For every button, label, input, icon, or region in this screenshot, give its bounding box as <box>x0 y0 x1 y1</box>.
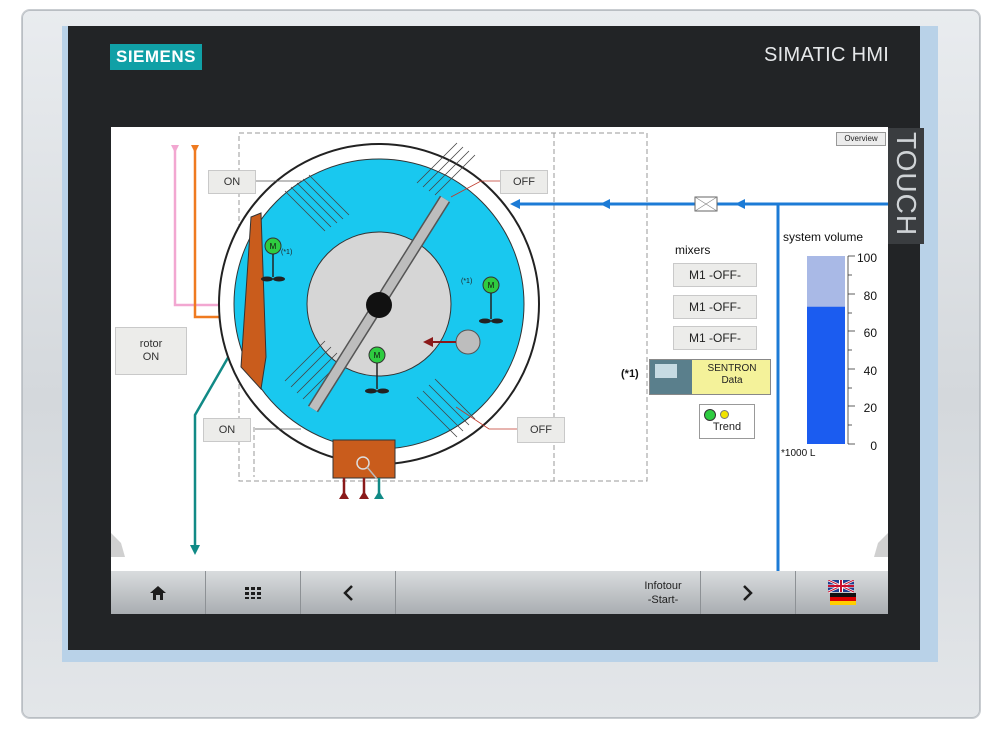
pipe-arrow-icon <box>735 199 745 209</box>
mixer-3-button[interactable]: M1 -OFF- <box>673 326 757 350</box>
home-icon <box>150 585 166 600</box>
volume-level-fill <box>807 306 845 444</box>
pipe-arrow-icon <box>600 199 610 209</box>
orange-arrow-icon <box>191 145 199 153</box>
pink-arrow-icon <box>171 145 179 153</box>
off-bottom-button[interactable]: OFF <box>517 417 565 443</box>
touch-text: TOUCH <box>891 132 922 237</box>
pipe-arrow-icon <box>510 199 520 209</box>
motor-left-text: M <box>270 242 277 251</box>
screen-list-button[interactable] <box>206 571 301 614</box>
siemens-logo: SIEMENS <box>110 44 202 70</box>
outlet-arrow-icon <box>339 491 349 499</box>
motor-right-note: (*1) <box>461 278 472 285</box>
home-button[interactable] <box>111 571 206 614</box>
sentron-device-icon <box>650 360 692 394</box>
trend-button[interactable]: Trend <box>699 404 755 439</box>
page-curl-left <box>111 533 125 557</box>
chevron-right-icon <box>743 584 753 601</box>
volume-scale <box>847 255 855 445</box>
trend-yellow-led-icon <box>720 410 729 419</box>
previous-button[interactable] <box>301 571 396 614</box>
volume-tick-20: 20 <box>863 401 877 415</box>
model-label: SIMATIC HMI <box>764 44 890 66</box>
touch-label: TOUCH <box>886 128 924 244</box>
language-flag-icon <box>828 579 856 605</box>
probe-gauge <box>455 329 481 355</box>
language-button[interactable] <box>796 571 888 614</box>
infotour-label: Infotour -Start- <box>644 579 682 606</box>
trend-label: Trend <box>712 421 742 433</box>
outlet-arrow-icon <box>374 491 384 499</box>
mixer-2-button[interactable]: M1 -OFF- <box>673 295 757 319</box>
sentron-data-button[interactable]: SENTRON Data <box>649 359 771 395</box>
outlet-arrow-icon <box>359 491 369 499</box>
motor-right-text: M <box>488 281 495 290</box>
off-top-button[interactable]: OFF <box>500 170 548 194</box>
trend-green-led-icon <box>704 409 716 421</box>
grid-icon <box>245 586 261 599</box>
volume-tick-60: 60 <box>863 326 877 340</box>
motor-center-text: M <box>374 351 381 360</box>
next-button[interactable] <box>701 571 796 614</box>
teal-arrow-icon <box>190 545 200 555</box>
system-volume-title: system volume <box>783 230 864 244</box>
volume-tick-80: 80 <box>863 289 877 303</box>
motor-left-note: (*1) <box>281 249 292 256</box>
volume-tick-40: 40 <box>863 364 877 378</box>
outlet-box <box>332 439 396 479</box>
mixer-1-button[interactable]: M1 -OFF- <box>673 263 757 287</box>
sentron-label: SENTRON Data <box>707 363 757 386</box>
overview-button[interactable]: Overview <box>836 132 886 146</box>
rotor-hub <box>366 292 392 318</box>
chevron-left-icon <box>343 584 353 601</box>
hmi-screen: M (*1) M (*1) M Overview ON OFF ON OFF r… <box>111 127 888 614</box>
mixers-title: mixers <box>675 243 711 257</box>
footnote-marker: (*1) <box>621 368 639 380</box>
infotour-button[interactable]: Infotour -Start- <box>396 571 701 614</box>
page-curl-right <box>874 533 888 557</box>
volume-tick-100: 100 <box>856 251 877 265</box>
volume-unit: *1000 L <box>781 448 816 459</box>
taskbar: Infotour -Start- <box>111 571 888 614</box>
rotor-button[interactable]: rotor ON <box>115 327 187 375</box>
on-top-button[interactable]: ON <box>208 170 256 194</box>
on-bottom-button[interactable]: ON <box>203 418 251 442</box>
volume-tick-0: 0 <box>870 439 877 453</box>
